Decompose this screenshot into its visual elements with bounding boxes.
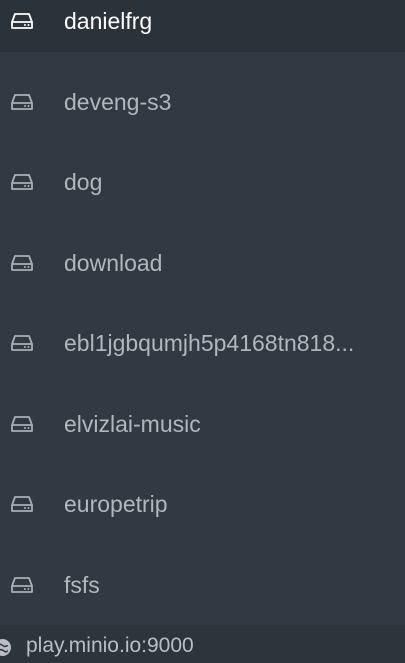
- hdd-icon: [10, 414, 34, 434]
- globe-icon: [0, 639, 11, 656]
- hdd-icon: [10, 11, 34, 31]
- hdd-icon: [10, 333, 34, 353]
- hdd-icon: [10, 494, 34, 514]
- host-bar: play.minio.io:9000: [0, 625, 405, 663]
- host-address: play.minio.io:9000: [26, 634, 194, 657]
- bucket-sidebar: danielfrg deveng-s3 dog download ebl1jgbqumj…: [0, 0, 405, 663]
- bucket-item-dog[interactable]: dog: [0, 151, 405, 213]
- bucket-label: europetrip: [64, 491, 168, 517]
- bucket-label: dog: [64, 169, 103, 195]
- hdd-icon: [10, 92, 34, 112]
- hdd-icon: [10, 253, 34, 273]
- bucket-label: elvizlai-music: [64, 410, 201, 437]
- bucket-label: danielfrg: [64, 8, 153, 34]
- bucket-label: deveng-s3: [64, 88, 172, 115]
- bucket-label: download: [64, 249, 163, 276]
- bucket-item-download[interactable]: download: [0, 232, 405, 294]
- bucket-list: danielfrg deveng-s3 dog download ebl1jgbqumj…: [0, 0, 405, 625]
- hdd-icon: [10, 575, 34, 595]
- bucket-label: ebl1jgbqumjh5p4168tn818...: [64, 330, 355, 356]
- bucket-item-danielfrg[interactable]: danielfrg: [0, 0, 405, 52]
- bucket-item-ebl1jgbqumjh5p4168tn818[interactable]: ebl1jgbqumjh5p4168tn818...: [0, 312, 405, 374]
- hdd-icon: [10, 172, 34, 192]
- bucket-item-fsfs[interactable]: fsfs: [0, 554, 405, 616]
- bucket-item-elvizlai-music[interactable]: elvizlai-music: [0, 393, 405, 455]
- bucket-label: fsfs: [64, 571, 100, 598]
- bucket-item-deveng-s3[interactable]: deveng-s3: [0, 71, 405, 133]
- bucket-item-europetrip[interactable]: europetrip: [0, 473, 405, 535]
